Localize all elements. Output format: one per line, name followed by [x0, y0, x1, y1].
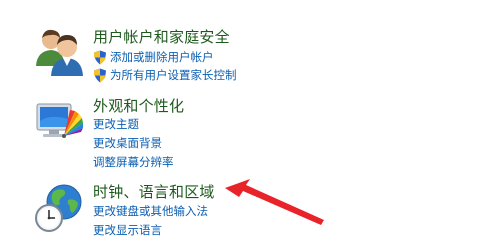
task-label: 调整屏幕分辨率 [93, 155, 174, 169]
task-label: 更改桌面背景 [93, 136, 162, 150]
monitor-palette-icon[interactable] [34, 96, 86, 148]
task-label: 添加或删除用户帐户 [110, 50, 214, 64]
category-title-clock-language-region[interactable]: 时钟、语言和区域 [93, 181, 215, 202]
category-title-user-accounts[interactable]: 用户帐户和家庭安全 [93, 26, 230, 47]
task-add-remove-user-accounts[interactable]: 添加或删除用户帐户 [93, 49, 214, 65]
task-change-display-language[interactable]: 更改显示语言 [93, 222, 162, 238]
uac-shield-icon [93, 68, 107, 83]
task-label: 为所有用户设置家长控制 [110, 68, 237, 82]
clock-globe-icon[interactable] [34, 182, 86, 234]
task-change-keyboard-input[interactable]: 更改键盘或其他输入法 [93, 203, 208, 219]
red-arrow-icon [220, 170, 330, 230]
task-change-desktop-background[interactable]: 更改桌面背景 [93, 135, 162, 151]
users-icon[interactable] [34, 26, 86, 78]
task-set-parental-controls[interactable]: 为所有用户设置家长控制 [93, 67, 237, 83]
task-label: 更改显示语言 [93, 223, 162, 237]
category-title-appearance[interactable]: 外观和个性化 [93, 95, 184, 116]
task-label: 更改键盘或其他输入法 [93, 204, 208, 218]
task-change-theme[interactable]: 更改主题 [93, 116, 139, 132]
task-label: 更改主题 [93, 117, 139, 131]
uac-shield-icon [93, 50, 107, 65]
task-adjust-screen-resolution[interactable]: 调整屏幕分辨率 [93, 154, 174, 170]
